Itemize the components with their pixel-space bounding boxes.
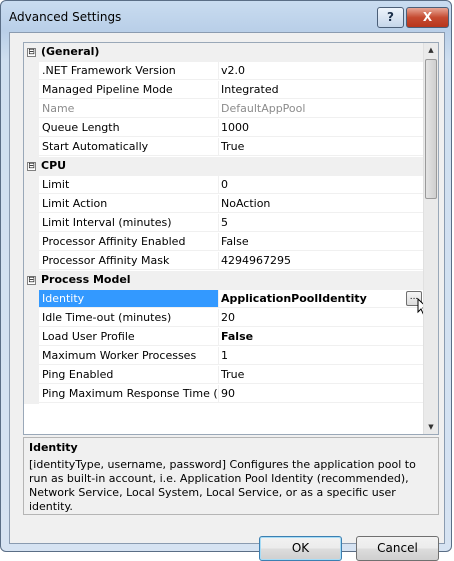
property-name[interactable]: Idle Time-out (minutes)	[39, 309, 219, 327]
property-value[interactable]: 5	[219, 214, 424, 232]
property-value[interactable]: Integrated	[219, 81, 424, 99]
category-row[interactable]: ⊟ (General)	[24, 43, 424, 62]
property-name[interactable]: Limit Action	[39, 195, 219, 213]
property-value[interactable]: 1000	[219, 119, 424, 137]
scroll-up-arrow-icon[interactable]: ▲	[424, 43, 438, 57]
property-value[interactable]: 1	[219, 347, 424, 365]
property-row[interactable]: Limit Action NoAction	[24, 195, 424, 214]
property-row[interactable]: Processor Affinity Mask 4294967295	[24, 252, 424, 271]
property-value[interactable]: NoAction	[219, 195, 424, 213]
property-name[interactable]: Start Automatically	[39, 138, 219, 156]
property-row[interactable]: Limit 0	[24, 176, 424, 195]
row-gutter	[24, 347, 39, 366]
property-name[interactable]: .NET Framework Version	[39, 62, 219, 80]
property-row[interactable]: Queue Length 1000	[24, 119, 424, 138]
row-gutter	[24, 176, 39, 195]
property-name[interactable]: Identity	[39, 290, 219, 308]
property-row[interactable]: Start Automatically True	[24, 138, 424, 157]
description-text: [identityType, username, password] Confi…	[29, 458, 416, 513]
property-name[interactable]: Name	[39, 100, 219, 118]
row-gutter	[24, 233, 39, 252]
title-bar: Advanced Settings ? X	[1, 1, 451, 33]
property-row[interactable]: Limit Interval (minutes) 5	[24, 214, 424, 233]
category-label: Process Model	[41, 273, 131, 286]
dialog-client-area: Ping Maximum Response Time (s 90 Ping Enab…	[9, 32, 445, 561]
property-name[interactable]: Queue Length	[39, 119, 219, 137]
description-title: Identity	[29, 441, 78, 454]
ok-button[interactable]: OK	[259, 536, 342, 561]
row-gutter	[24, 214, 39, 233]
property-row[interactable]: .NET Framework Version v2.0	[24, 62, 424, 81]
property-value[interactable]: True	[219, 138, 424, 156]
property-row[interactable]: Load User Profile False	[24, 328, 424, 347]
row-gutter	[24, 81, 39, 100]
scrollbar-thumb[interactable]	[425, 59, 437, 199]
row-gutter	[24, 290, 39, 309]
category-label: (General)	[41, 45, 100, 58]
property-name[interactable]: Limit Interval (minutes)	[39, 214, 219, 232]
property-value[interactable]: 90	[219, 385, 424, 403]
property-value[interactable]: True	[219, 366, 424, 384]
property-name[interactable]: Ping Maximum Response Time (s	[39, 385, 219, 403]
property-value[interactable]: ApplicationPoolIdentity	[219, 290, 424, 308]
row-gutter	[24, 195, 39, 214]
property-name[interactable]: Ping Enabled	[39, 366, 219, 384]
row-gutter	[24, 252, 39, 271]
category-label: CPU	[41, 159, 67, 172]
advanced-settings-dialog: Advanced Settings ? X Ping Maximum Respo…	[0, 0, 452, 561]
help-button[interactable]: ?	[377, 7, 404, 28]
property-value: DefaultAppPool	[219, 100, 424, 118]
property-grid: Ping Maximum Response Time (s 90 Ping Enab…	[23, 42, 439, 435]
close-button[interactable]: X	[406, 7, 449, 28]
scroll-down-arrow-icon[interactable]: ▼	[424, 420, 438, 434]
category-row[interactable]: ⊟ Process Model	[24, 271, 424, 290]
property-name[interactable]: Limit	[39, 176, 219, 194]
vertical-scrollbar[interactable]: ▲ ▼	[423, 43, 438, 434]
window-title: Advanced Settings	[9, 10, 122, 24]
row-gutter	[24, 366, 39, 385]
property-row[interactable]: Ping Maximum Response Time (s 90	[24, 385, 424, 404]
property-value[interactable]: v2.0	[219, 62, 424, 80]
property-row[interactable]: Managed Pipeline Mode Integrated	[24, 81, 424, 100]
row-gutter	[24, 119, 39, 138]
property-row[interactable]: Processor Affinity Enabled False	[24, 233, 424, 252]
cancel-button[interactable]: Cancel	[356, 536, 439, 561]
property-value[interactable]: False	[219, 328, 424, 346]
row-gutter	[24, 328, 39, 347]
property-name[interactable]: Managed Pipeline Mode	[39, 81, 219, 99]
row-gutter	[24, 309, 39, 328]
row-gutter	[24, 385, 39, 404]
property-name[interactable]: Processor Affinity Mask	[39, 252, 219, 270]
property-value[interactable]: 4294967295	[219, 252, 424, 270]
property-value[interactable]: 20	[219, 309, 424, 327]
category-row[interactable]: ⊟ CPU	[24, 157, 424, 176]
property-value[interactable]: 0	[219, 176, 424, 194]
property-row[interactable]: Identity ApplicationPoolIdentity...	[24, 290, 429, 316]
property-row[interactable]: Ping Enabled True	[24, 366, 424, 385]
property-name[interactable]: Processor Affinity Enabled	[39, 233, 219, 251]
property-row[interactable]: Idle Time-out (minutes) 20	[24, 309, 424, 328]
property-row[interactable]: Name DefaultAppPool	[24, 100, 424, 119]
row-gutter	[24, 62, 39, 81]
row-gutter	[24, 138, 39, 157]
property-name[interactable]: Load User Profile	[39, 328, 219, 346]
description-panel: Identity [identityType, username, passwo…	[23, 437, 439, 515]
row-gutter	[24, 100, 39, 119]
property-value[interactable]: False	[219, 233, 424, 251]
property-name[interactable]: Maximum Worker Processes	[39, 347, 219, 365]
property-row[interactable]: Maximum Worker Processes 1	[24, 347, 424, 366]
